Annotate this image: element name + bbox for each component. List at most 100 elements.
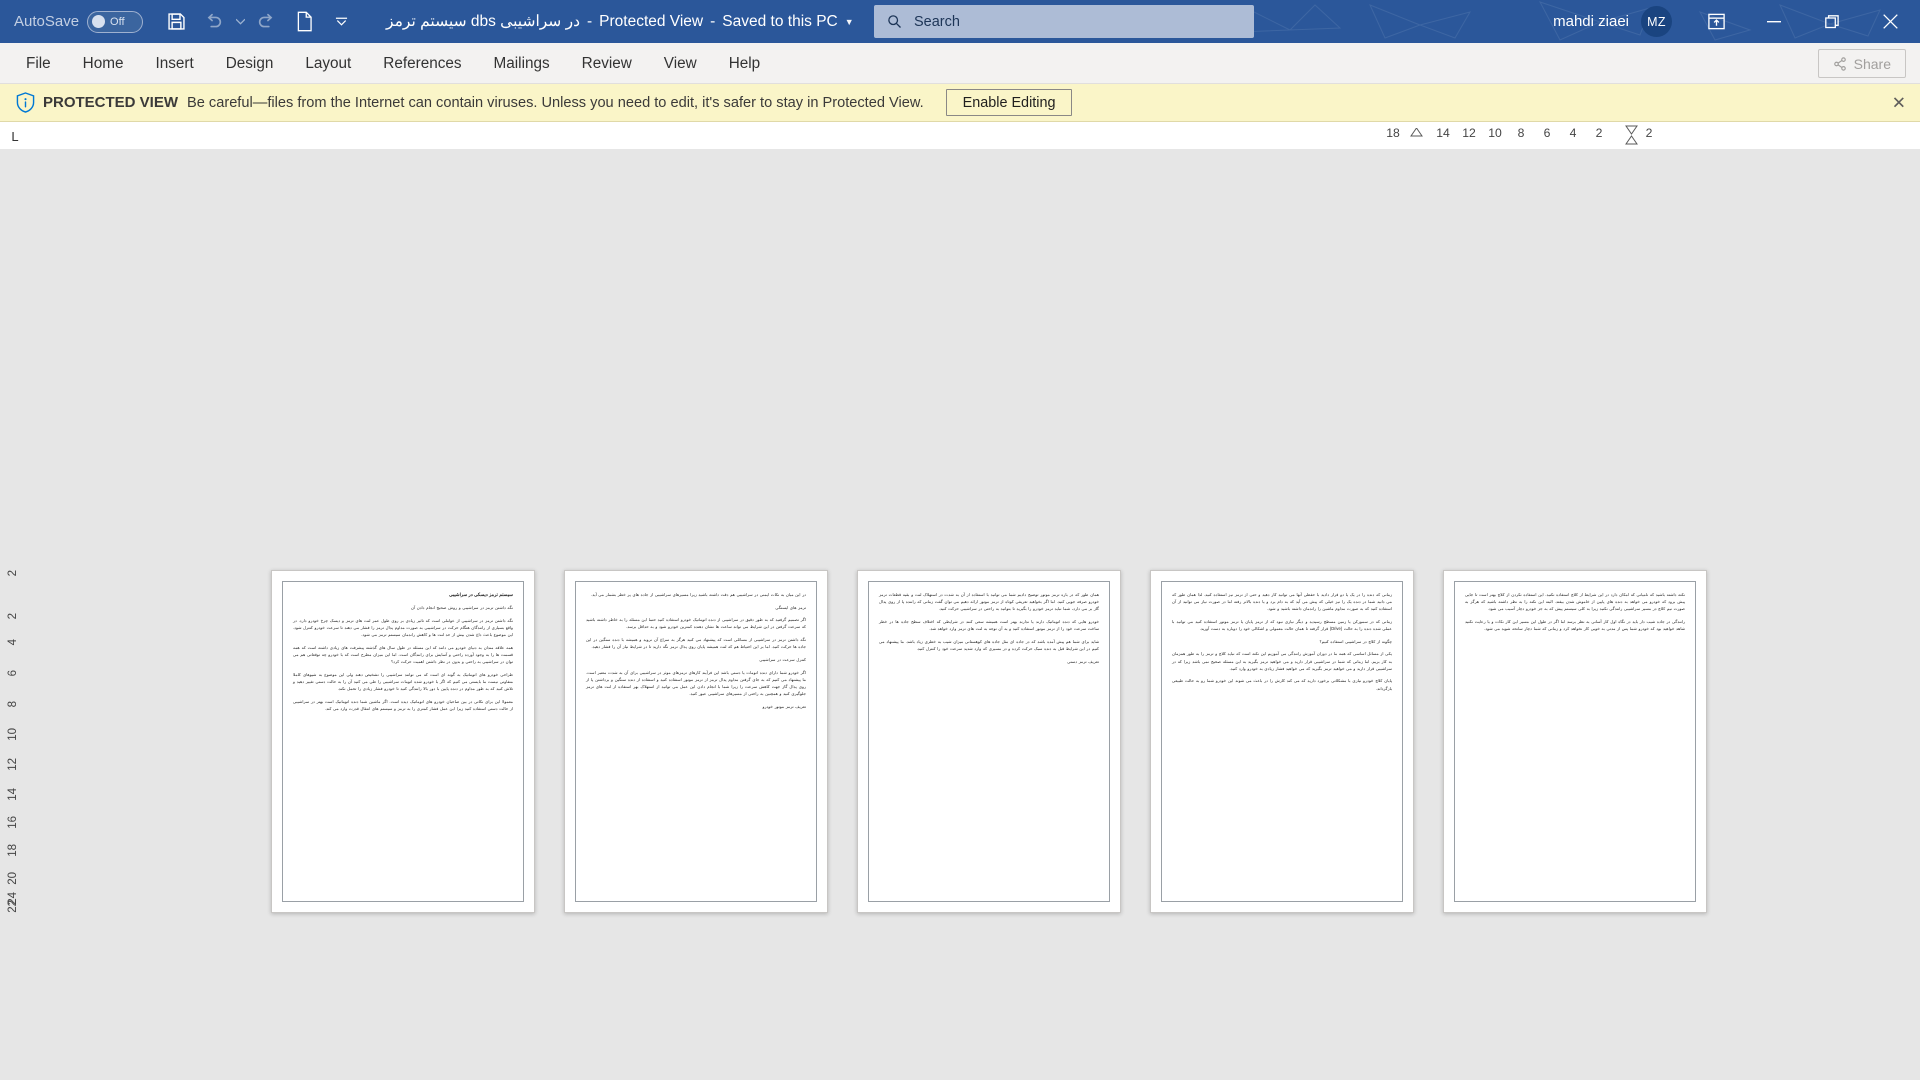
ruler-v-num-3: 6 [7, 670, 19, 677]
close-icon[interactable]: ✕ [1892, 94, 1906, 111]
protected-view-title: PROTECTED VIEW [43, 94, 179, 111]
right-indent-marker[interactable] [1625, 125, 1638, 145]
page-4-paragraph-2: چگونه از کلاچ در سراشیبی استفاده کنیم؟ [1319, 638, 1392, 644]
ruler-v-num-10: 20 [7, 872, 19, 885]
vertical-ruler[interactable]: 2 2 4 6 8 10 12 14 16 18 20 22 24 [0, 150, 27, 1080]
ruler-h-num-4: 4 [1569, 126, 1577, 140]
ruler-v-num-8: 16 [7, 816, 19, 829]
ruler-v-num-0: 2 [7, 570, 19, 577]
tab-stop-selector[interactable]: L [4, 125, 26, 147]
close-button[interactable] [1862, 0, 1918, 43]
redo-icon[interactable] [250, 5, 284, 39]
page-3-paragraph-3: تعریف ترمز دستی [1067, 658, 1099, 664]
save-location-label: Saved to this PC [722, 12, 838, 30]
protected-view-label: Protected View [599, 12, 704, 30]
ruler-v-num-4: 8 [7, 701, 19, 708]
window-controls-area: mahdi ziaei MZ [1553, 0, 1920, 43]
page-2-paragraph-0: در این میان به نکات ایمنی در سراشیبی هم … [591, 592, 806, 597]
ruler-v-num-7: 14 [7, 788, 19, 801]
ruler-h-num-14: 14 [1436, 126, 1450, 140]
document-title-area[interactable]: در سراشیبی dbs سیستم ترمز - Protected Vi… [386, 12, 854, 31]
search-placeholder: Search [914, 13, 960, 30]
document-page-4[interactable]: زمانی که دنده را در یک یا دو قرار دادید … [1150, 570, 1414, 913]
page-1-heading: سیستم ترمز دیسکی در سراشیبی [449, 592, 513, 597]
page-1-paragraph-1: نگه داشتن ترمز در سراشیبی از عواملی است … [293, 618, 513, 638]
document-canvas[interactable]: 2 2 4 6 8 10 12 14 16 18 20 22 24 سیستم … [0, 150, 1920, 1080]
ribbon-display-options-icon[interactable] [1688, 0, 1744, 43]
title-bar: AutoSave Off در سراشیبی dbs سیستم ترمز -… [0, 0, 1920, 43]
share-icon [1833, 56, 1846, 71]
save-icon[interactable] [159, 5, 193, 39]
tab-view[interactable]: View [648, 43, 713, 84]
first-line-indent-marker[interactable] [1410, 128, 1423, 137]
save-location-chevron-down-icon[interactable]: ▼ [845, 17, 854, 27]
ruler-v-num-5: 10 [7, 728, 19, 741]
shield-info-icon [12, 92, 38, 113]
ruler-h-num-6: 6 [1543, 126, 1551, 140]
quick-access-toolbar [159, 5, 358, 39]
page-5-content: نکته داشته باشید که نامیانی که امکان دار… [1454, 581, 1696, 902]
ruler-h-num-18: 18 [1386, 126, 1400, 140]
page-1-paragraph-4: معمولا این برای نکاتی در بین صاحبان خودر… [293, 698, 513, 712]
document-page-5[interactable]: نکته داشته باشید که نامیانی که امکان دار… [1443, 570, 1707, 913]
page-3-content: همان طور که در باره ترمز موتور توضیح داد… [868, 581, 1110, 902]
page-4-paragraph-0: زمانی که دنده را در یک یا دو قرار دادید … [1172, 592, 1392, 612]
ruler-h-num-2b: 2 [1645, 126, 1653, 140]
tab-file[interactable]: File [10, 43, 67, 84]
page-4-paragraph-1: زمانی که در سمورکن یا زمین مسطح رسیدید و… [1172, 618, 1392, 632]
title-separator-1: - [586, 12, 593, 30]
document-page-2[interactable]: در این میان به نکات ایمنی در سراشیبی هم … [564, 570, 828, 913]
protected-view-bar: PROTECTED VIEW Be careful—files from the… [0, 84, 1920, 122]
ruler-v-num-6: 12 [7, 758, 19, 771]
new-blank-document-icon[interactable] [287, 5, 321, 39]
page-5-paragraph-1: رانندگی در جاده شیب دار باید در نگاه اول… [1465, 618, 1685, 632]
avatar[interactable]: MZ [1641, 6, 1672, 37]
tab-help[interactable]: Help [713, 43, 776, 84]
page-3-paragraph-0: همان طور که در باره ترمز موتور توضیح داد… [879, 592, 1099, 612]
page-4-paragraph-4: پایان کلاچ خودرو نیازی با مشکلاتی برخورد… [1172, 678, 1392, 691]
page-2-paragraph-1: ترمز های ایستگی [775, 604, 806, 610]
enable-editing-button[interactable]: Enable Editing [945, 89, 1073, 116]
ruler-v-num-9: 18 [7, 844, 19, 857]
page-2-paragraph-6: تعریف ترمز موتور خودرو [762, 703, 806, 709]
restore-down-button[interactable] [1804, 0, 1860, 43]
horizontal-ruler[interactable]: 18 14 12 10 8 6 4 2 2 [1375, 122, 1915, 150]
undo-dropdown-chevron-down-icon[interactable] [233, 5, 247, 39]
page-list: سیستم ترمز دیسکی در سراشیبی نگه داشتن تر… [271, 570, 1707, 913]
undo-icon[interactable] [196, 5, 230, 39]
page-1-paragraph-0: نگه داشتن ترمز در سراشیبی و روش صحیح انج… [410, 605, 513, 611]
search-box[interactable]: Search [874, 5, 1254, 38]
page-2-paragraph-3: نگه داشتن ترمز در سراشیبی از مسائلی است … [586, 637, 806, 650]
document-page-1[interactable]: سیستم ترمز دیسکی در سراشیبی نگه داشتن تر… [271, 570, 535, 913]
tab-home[interactable]: Home [67, 43, 140, 84]
autosave-toggle[interactable]: Off [87, 10, 144, 33]
page-3-paragraph-2: شاید برای شما هم پیش آمده باشد که در جاد… [879, 638, 1099, 651]
minimize-button[interactable] [1746, 0, 1802, 43]
page-2-paragraph-2: اگر تصمیم گرفتید که به طور دقیق در سراشی… [586, 617, 806, 630]
tab-layout[interactable]: Layout [289, 43, 367, 84]
customize-quick-access-toolbar-chevron-down-icon[interactable] [324, 5, 358, 39]
ruler-h-num-2: 2 [1595, 126, 1603, 140]
ruler-v-num-12: 24 [7, 892, 19, 905]
protected-view-message: Be careful—files from the Internet can c… [187, 94, 924, 111]
user-name[interactable]: mahdi ziaei [1553, 13, 1629, 30]
page-2-paragraph-5: اگر خودرو شما دارای دنده اتومات یا دستی … [586, 669, 806, 697]
ruler-h-num-12: 12 [1462, 126, 1476, 140]
title-separator-2: - [710, 12, 716, 30]
page-4-content: زمانی که دنده را در یک یا دو قرار دادید … [1161, 581, 1403, 902]
tab-review[interactable]: Review [566, 43, 648, 84]
tab-references[interactable]: References [367, 43, 477, 84]
page-1-content: سیستم ترمز دیسکی در سراشیبی نگه داشتن تر… [282, 581, 524, 902]
tab-design[interactable]: Design [210, 43, 290, 84]
share-button[interactable]: Share [1817, 49, 1906, 78]
document-page-3[interactable]: همان طور که در باره ترمز موتور توضیح داد… [857, 570, 1121, 913]
tab-insert[interactable]: Insert [139, 43, 209, 84]
page-3-paragraph-1: خودرو هایی که دنده اتوماتیک دارند یا ندا… [879, 618, 1099, 632]
autosave-label: AutoSave [14, 13, 80, 30]
document-name: در سراشیبی dbs سیستم ترمز [386, 13, 580, 30]
autosave-toggle-knob [92, 15, 106, 28]
autosave-control[interactable]: AutoSave Off [14, 10, 144, 33]
search-icon [888, 15, 901, 28]
share-label: Share [1853, 55, 1891, 72]
tab-mailings[interactable]: Mailings [478, 43, 566, 84]
